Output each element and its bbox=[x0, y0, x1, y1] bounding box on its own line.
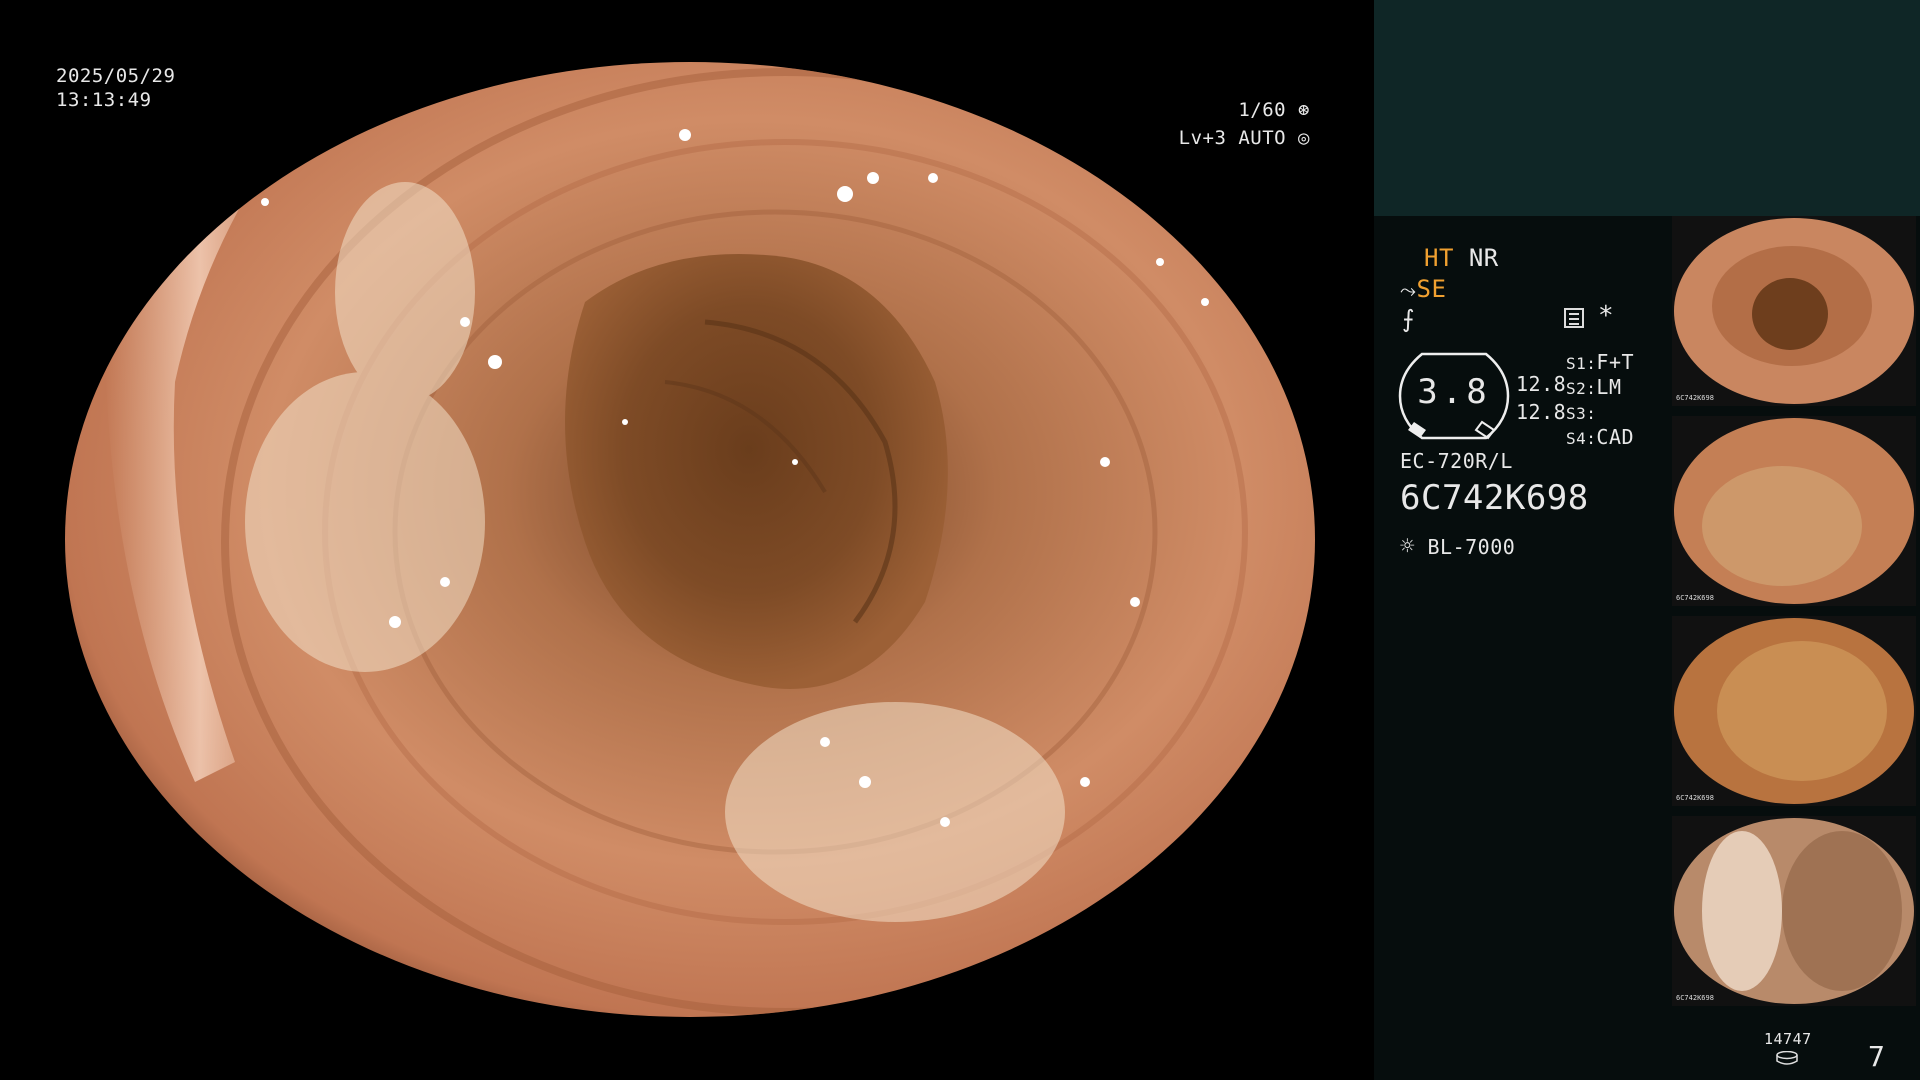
thumbnail-3-label: 6C742K698 bbox=[1676, 794, 1714, 802]
light-source-model: BL-7000 bbox=[1427, 535, 1516, 559]
thumbnail-1-image bbox=[1672, 216, 1916, 406]
s1-value: F+T bbox=[1596, 350, 1635, 374]
thumbnail-4-image bbox=[1672, 816, 1916, 1006]
storage-count: 14747 bbox=[1764, 1030, 1812, 1048]
storage-disk-icon bbox=[1776, 1050, 1798, 1065]
s1-row: S1:F+T bbox=[1566, 350, 1634, 376]
zoom-b-value: 12.8 bbox=[1516, 400, 1567, 424]
thumbnail-2-label: 6C742K698 bbox=[1676, 594, 1714, 602]
level-text: Lv+3 AUTO ◎ bbox=[1179, 126, 1310, 150]
zoom-value: 3.8 bbox=[1417, 372, 1491, 412]
s4-value: CAD bbox=[1596, 425, 1635, 449]
s4-row: S4:CAD bbox=[1566, 425, 1634, 451]
thumbnail-4-label: 6C742K698 bbox=[1676, 994, 1714, 1002]
ht-label: HT bbox=[1424, 244, 1454, 272]
s3-label: S3: bbox=[1566, 404, 1597, 423]
info-panel-header bbox=[1374, 0, 1920, 216]
endoscope-view: 2025/05/29 13:13:49 1/60 ⊛ Lv+3 AUTO ◎ bbox=[0, 0, 1374, 1080]
s2-row: S2:LM bbox=[1566, 375, 1622, 401]
thumbnail-1-label: 6C742K698 bbox=[1676, 394, 1714, 402]
structure-enhance-icon: ⤳ bbox=[1400, 278, 1417, 302]
s2-value: LM bbox=[1596, 375, 1622, 399]
level-mode-value: Lv+3 AUTO bbox=[1178, 127, 1287, 149]
thumbnail-3[interactable]: 6C742K698 bbox=[1672, 616, 1916, 806]
menu-list-icon bbox=[1564, 308, 1584, 328]
time-text: 13:13:49 bbox=[56, 89, 152, 111]
light-source-row: ☼ BL-7000 bbox=[1400, 532, 1515, 561]
endoscopic-image bbox=[65, 62, 1315, 1017]
thumbnail-3-image bbox=[1672, 616, 1916, 806]
aperture-icon: ⊛ bbox=[1298, 99, 1310, 121]
thumbnail-4[interactable]: 6C742K698 bbox=[1672, 816, 1916, 1006]
star-marker: * bbox=[1598, 301, 1615, 331]
s2-label: S2: bbox=[1566, 379, 1597, 398]
thumbnail-2-image bbox=[1672, 416, 1916, 606]
thumbnail-2[interactable]: 6C742K698 bbox=[1672, 416, 1916, 606]
se-row: ⤳SE bbox=[1400, 274, 1446, 305]
s4-label: S4: bbox=[1566, 429, 1597, 448]
color-enhance-icon: ⨍ bbox=[1402, 305, 1416, 333]
s3-row: S3: bbox=[1566, 400, 1596, 426]
image-count: 7 bbox=[1868, 1040, 1886, 1073]
shutter-text: 1/60 ⊛ bbox=[1238, 98, 1310, 122]
scope-model: EC-720R/L bbox=[1400, 449, 1513, 473]
zoom-badge: 3.8 bbox=[1398, 352, 1510, 440]
ht-nr-row: HT NR bbox=[1424, 243, 1499, 273]
scope-serial: 6C742K698 bbox=[1400, 478, 1589, 518]
shutter-value: 1/60 bbox=[1238, 99, 1287, 121]
se-label: SE bbox=[1416, 275, 1447, 303]
auto-iris-icon: ◎ bbox=[1298, 127, 1310, 149]
thumbnail-1[interactable]: 6C742K698 bbox=[1672, 216, 1916, 406]
light-bulb-icon: ☼ bbox=[1400, 532, 1415, 560]
date-text: 2025/05/29 bbox=[56, 65, 176, 87]
zoom-a-value: 12.8 bbox=[1516, 372, 1567, 396]
nr-label: NR bbox=[1468, 244, 1499, 272]
s1-label: S1: bbox=[1566, 354, 1597, 373]
